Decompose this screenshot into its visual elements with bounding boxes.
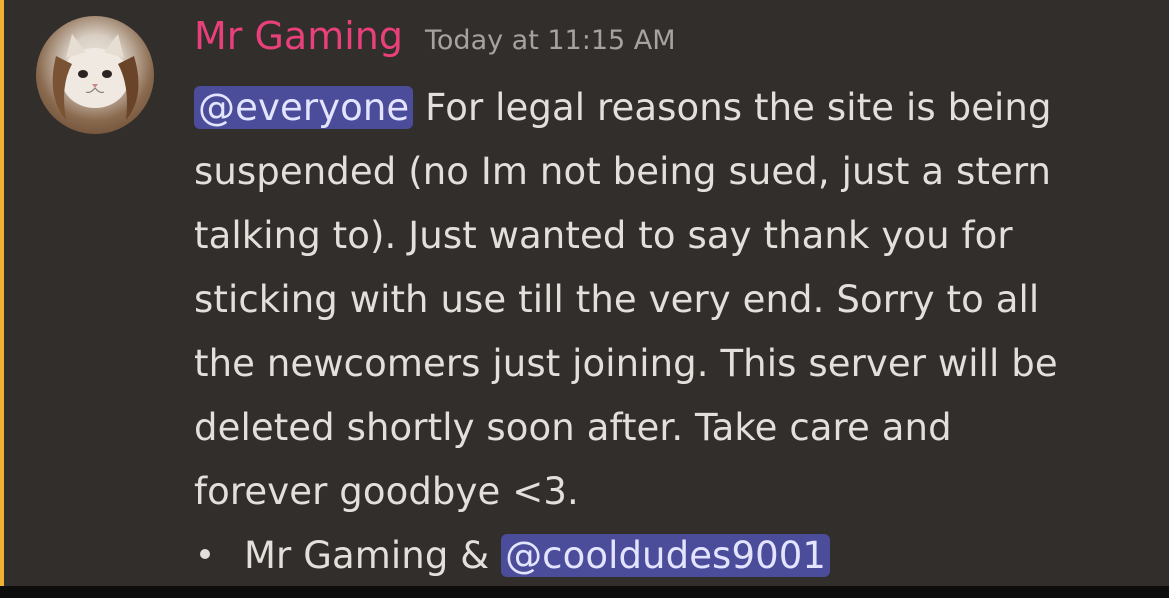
message-line: the newcomers just joining. This server … <box>194 342 1058 385</box>
message-line: talking to). Just wanted to say thank yo… <box>194 214 1013 257</box>
bullet-icon <box>200 548 210 559</box>
message-content: @everyone For legal reasons the site is … <box>194 76 1154 588</box>
author-name[interactable]: Mr Gaming <box>194 14 403 58</box>
message-header: Mr Gaming Today at 11:15 AM <box>194 14 676 58</box>
cat-avatar-icon <box>52 34 139 120</box>
user-mention[interactable]: @cooldudes9001 <box>501 534 831 577</box>
message-line: suspended (no Im not being sued, just a … <box>194 150 1052 193</box>
message-line: forever goodbye <3. <box>194 470 579 513</box>
chat-message: Mr Gaming Today at 11:15 AM @everyone For… <box>0 0 1169 586</box>
signature-list-item: Mr Gaming & @cooldudes9001 <box>194 524 1154 588</box>
user-avatar[interactable] <box>36 16 154 134</box>
message-line: sticking with use till the very end. Sor… <box>194 278 1040 321</box>
mention-highlight-bar <box>0 0 4 586</box>
message-line: deleted shortly soon after. Take care an… <box>194 406 952 449</box>
message-line: @everyone For legal reasons the site is … <box>194 76 1154 140</box>
message-timestamp[interactable]: Today at 11:15 AM <box>425 25 676 56</box>
everyone-mention[interactable]: @everyone <box>194 86 414 129</box>
message-text: For legal reasons the site is being <box>413 86 1052 129</box>
signature-text: Mr Gaming & <box>244 534 502 577</box>
